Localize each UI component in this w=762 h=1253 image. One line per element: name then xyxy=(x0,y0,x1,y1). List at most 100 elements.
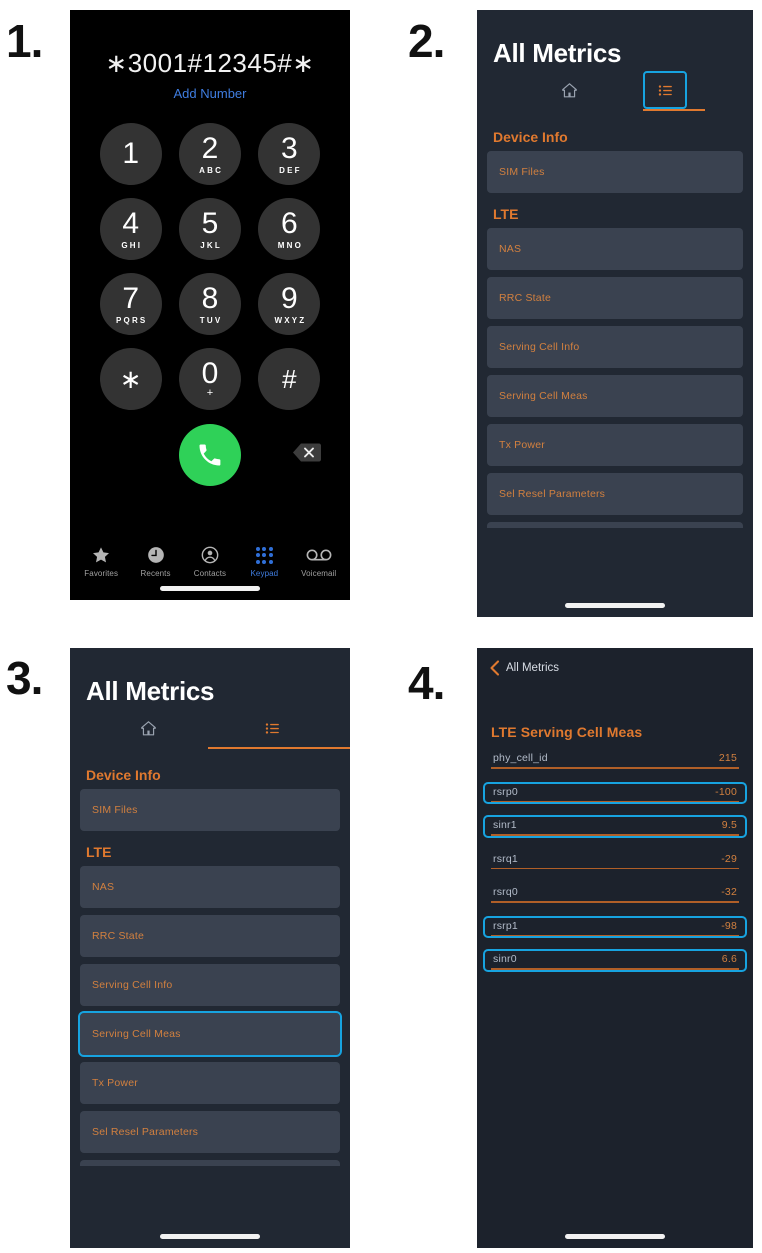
section-header: LTE xyxy=(86,844,112,860)
metrics-list-item-label: Tx Power xyxy=(499,439,545,451)
metric-detail-row[interactable]: rsrq0 -32 xyxy=(485,884,745,903)
metrics-list-item[interactable]: Serving Cell Meas xyxy=(487,375,743,417)
metrics-header: All Metrics xyxy=(70,648,350,749)
list-icon xyxy=(265,722,279,734)
metric-detail-row[interactable]: sinr1 9.5 xyxy=(483,815,747,838)
keypad-key-digit: # xyxy=(282,364,297,394)
section-header: LTE xyxy=(493,206,519,222)
phone-screenshot-all-metrics-row-highlight: All Metrics Device Info SIM Files LTE NA… xyxy=(70,648,350,1248)
keypad-key-1[interactable]: 1 xyxy=(99,123,162,185)
metric-row-divider xyxy=(491,800,739,802)
metric-value: -32 xyxy=(721,886,737,898)
metric-detail-row[interactable]: rsrp0 -100 xyxy=(483,781,747,804)
keypad-key-3[interactable]: 3 DEF xyxy=(258,123,321,185)
keypad-key-7[interactable]: 7 PQRS xyxy=(99,273,162,335)
keypad-key-digit: 5 xyxy=(201,206,219,240)
home-indicator xyxy=(160,586,260,591)
metrics-list-item-partial[interactable] xyxy=(80,1160,340,1166)
keypad-key-digit: 0 xyxy=(201,357,219,390)
metrics-list-item[interactable]: Tx Power xyxy=(487,424,743,466)
back-button-label: All Metrics xyxy=(506,662,560,674)
tab-favorites[interactable]: Favorites xyxy=(74,544,128,578)
metric-detail-row[interactable]: rsrq1 -29 xyxy=(485,851,745,869)
dialer-keypad: 1 2 ABC 3 DEF 4 GHI 5 JKL 6 MNO 7 PQRS 8 TUV 9 WXYZ ∗ 0 + # xyxy=(91,123,329,410)
keypad-key-digit: 6 xyxy=(280,206,298,240)
home-tab[interactable] xyxy=(493,73,645,107)
keypad-dots-icon xyxy=(255,544,273,566)
tab-voicemail[interactable]: Voicemail xyxy=(292,544,346,578)
metrics-list-item[interactable]: SIM Files xyxy=(487,151,743,193)
keypad-key-5[interactable]: 5 JKL xyxy=(178,198,241,260)
metric-value: -100 xyxy=(715,785,737,798)
metrics-list-item[interactable]: RRC State xyxy=(487,277,743,319)
metrics-list-item-label: Sel Resel Parameters xyxy=(499,488,606,500)
metrics-list-item[interactable]: RRC State xyxy=(80,915,340,957)
keypad-key-4[interactable]: 4 GHI xyxy=(99,198,162,260)
metric-name: sinr1 xyxy=(493,819,517,831)
detail-page-title: LTE Serving Cell Meas xyxy=(491,724,643,740)
metrics-list-item[interactable]: Sel Resel Parameters xyxy=(80,1111,340,1153)
metrics-list-item[interactable]: Serving Cell Info xyxy=(80,964,340,1006)
metrics-list-item[interactable]: Serving Cell Info xyxy=(487,326,743,368)
metric-detail-row-content: sinr0 6.6 xyxy=(487,953,743,968)
metric-detail-row-content: phy_cell_id 215 xyxy=(487,752,743,767)
add-number-link[interactable]: Add Number xyxy=(70,86,350,101)
metric-detail-row-content: rsrp0 -100 xyxy=(487,786,743,801)
step-number-2: 2. xyxy=(408,15,445,67)
metrics-list-item[interactable]: NAS xyxy=(487,228,743,270)
metric-detail-row[interactable]: rsrp1 -98 xyxy=(483,915,747,938)
backspace-button[interactable] xyxy=(292,442,322,463)
page-title: All Metrics xyxy=(86,676,215,706)
metrics-tabs xyxy=(493,71,737,111)
tab-label: Keypad xyxy=(250,569,279,578)
dialer-action-row xyxy=(70,424,350,486)
metrics-list-item-label: Serving Cell Meas xyxy=(92,1028,181,1040)
metric-detail-row[interactable]: phy_cell_id 215 xyxy=(485,750,745,769)
metrics-list-item[interactable]: NAS xyxy=(80,866,340,908)
keypad-key-letters: PQRS xyxy=(116,315,148,325)
keypad-key-letters: GHI xyxy=(121,240,143,250)
keypad-key-6[interactable]: 6 MNO xyxy=(258,198,321,260)
metrics-list-item[interactable]: SIM Files xyxy=(80,789,340,831)
metric-detail-row-content: rsrq0 -32 xyxy=(487,886,743,901)
phone-screenshot-all-metrics-tab-highlight: All Metrics Device Info SIM Files LTE NA… xyxy=(477,10,753,617)
list-tab[interactable] xyxy=(208,711,350,749)
metrics-list-item-partial[interactable] xyxy=(487,522,743,528)
person-circle-icon xyxy=(200,544,220,566)
home-indicator xyxy=(160,1234,260,1239)
metric-value: -98 xyxy=(721,919,737,932)
metric-detail-row[interactable]: sinr0 6.6 xyxy=(483,949,747,972)
keypad-key-star[interactable]: ∗ xyxy=(99,348,162,410)
back-button[interactable]: All Metrics xyxy=(477,648,753,676)
metric-row-divider xyxy=(491,968,739,970)
keypad-key-2[interactable]: 2 ABC xyxy=(178,123,241,185)
metric-detail-row-content: rsrp1 -98 xyxy=(487,920,743,935)
step-number-4: 4. xyxy=(408,657,445,709)
keypad-key-0[interactable]: 0 + xyxy=(178,348,241,410)
tab-keypad[interactable]: Keypad xyxy=(237,544,291,578)
call-button[interactable] xyxy=(179,424,241,486)
list-tab[interactable] xyxy=(643,71,705,111)
tab-label: Recents xyxy=(140,569,171,578)
tab-contacts[interactable]: Contacts xyxy=(183,544,237,578)
keypad-key-9[interactable]: 9 WXYZ xyxy=(258,273,321,335)
section-header: Device Info xyxy=(493,129,568,145)
page-title: All Metrics xyxy=(493,38,622,68)
metrics-list-item-label: SIM Files xyxy=(499,166,545,178)
home-tab[interactable] xyxy=(86,711,210,745)
keypad-key-8[interactable]: 8 TUV xyxy=(178,273,241,335)
metrics-list-item[interactable]: Sel Resel Parameters xyxy=(487,473,743,515)
tab-recents[interactable]: Recents xyxy=(129,544,183,578)
tab-label: Favorites xyxy=(84,569,119,578)
metric-name: rsrp0 xyxy=(493,785,518,798)
tab-label: Contacts xyxy=(193,569,227,578)
metric-row-divider xyxy=(491,901,739,903)
keypad-key-hash[interactable]: # xyxy=(258,348,321,410)
metrics-list-item-label: Tx Power xyxy=(92,1077,138,1089)
phone-screenshot-serving-cell-meas-detail: All Metrics LTE Serving Cell Meas phy_ce… xyxy=(477,648,753,1248)
metric-row-divider xyxy=(491,934,739,936)
metrics-list-item[interactable]: Serving Cell Meas xyxy=(78,1011,342,1057)
voicemail-icon xyxy=(306,544,332,566)
metrics-list-item[interactable]: Tx Power xyxy=(80,1062,340,1104)
metric-value: 6.6 xyxy=(721,953,737,965)
